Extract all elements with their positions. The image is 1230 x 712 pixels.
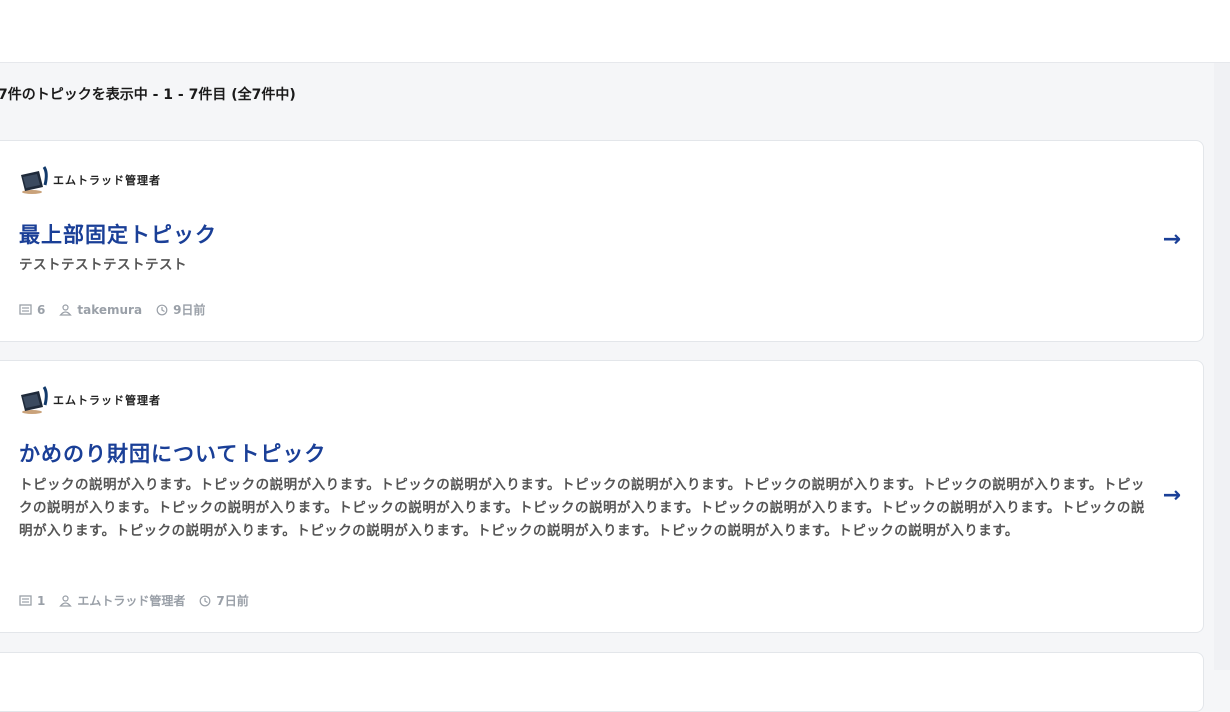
- topic-time: 7日前: [199, 592, 249, 609]
- topic-card[interactable]: エムトラッド管理者 最上部固定トピック テストテストテストテスト 6 takem…: [0, 140, 1204, 342]
- comment-icon: [19, 594, 32, 606]
- topic-title[interactable]: 最上部固定トピック: [19, 219, 217, 249]
- clock-icon: [199, 595, 211, 606]
- topic-user: エムトラッド管理者: [59, 592, 185, 609]
- topic-user: takemura: [59, 303, 142, 317]
- avatar: [21, 386, 48, 414]
- results-summary: 7件のトピックを表示中 - 1 - 7件目 (全7件中): [0, 87, 296, 103]
- reply-count: 1: [19, 594, 45, 608]
- user-name: takemura: [77, 302, 143, 317]
- reply-count: 6: [19, 303, 45, 317]
- author-row: エムトラッド管理者: [19, 165, 161, 195]
- clock-icon: [156, 304, 168, 315]
- user-icon: [59, 303, 73, 316]
- reply-count-value: 1: [37, 593, 46, 608]
- avatar: [21, 166, 48, 194]
- time-value: 9日前: [173, 303, 206, 317]
- author-name: エムトラッド管理者: [53, 394, 161, 407]
- topic-meta: 1 エムトラッド管理者 7日前: [19, 592, 263, 609]
- user-icon: [59, 594, 73, 607]
- topic-description: トピックの説明が入ります。トピックの説明が入ります。トピックの説明が入ります。ト…: [19, 477, 1145, 539]
- topic-card[interactable]: [0, 652, 1204, 712]
- topic-description: テストテストテストテスト: [19, 257, 187, 273]
- topic-card[interactable]: エムトラッド管理者 かめのり財団についてトピック トピックの説明が入ります。トピ…: [0, 360, 1204, 633]
- author-row: エムトラッド管理者: [19, 385, 161, 415]
- topic-title[interactable]: かめのり財団についてトピック: [19, 438, 326, 468]
- reply-count-value: 6: [37, 302, 46, 317]
- author-name: エムトラッド管理者: [53, 174, 161, 187]
- comment-icon: [19, 303, 32, 315]
- topic-time: 9日前: [156, 301, 205, 318]
- scrollbar-track[interactable]: [1214, 63, 1230, 670]
- arrow-right-icon[interactable]: →: [1163, 229, 1181, 251]
- time-value: 7日前: [216, 594, 249, 608]
- user-name: エムトラッド管理者: [77, 594, 186, 608]
- top-header: [0, 0, 1230, 63]
- arrow-right-icon[interactable]: →: [1163, 485, 1181, 507]
- topic-meta: 6 takemura 9日前: [19, 301, 219, 318]
